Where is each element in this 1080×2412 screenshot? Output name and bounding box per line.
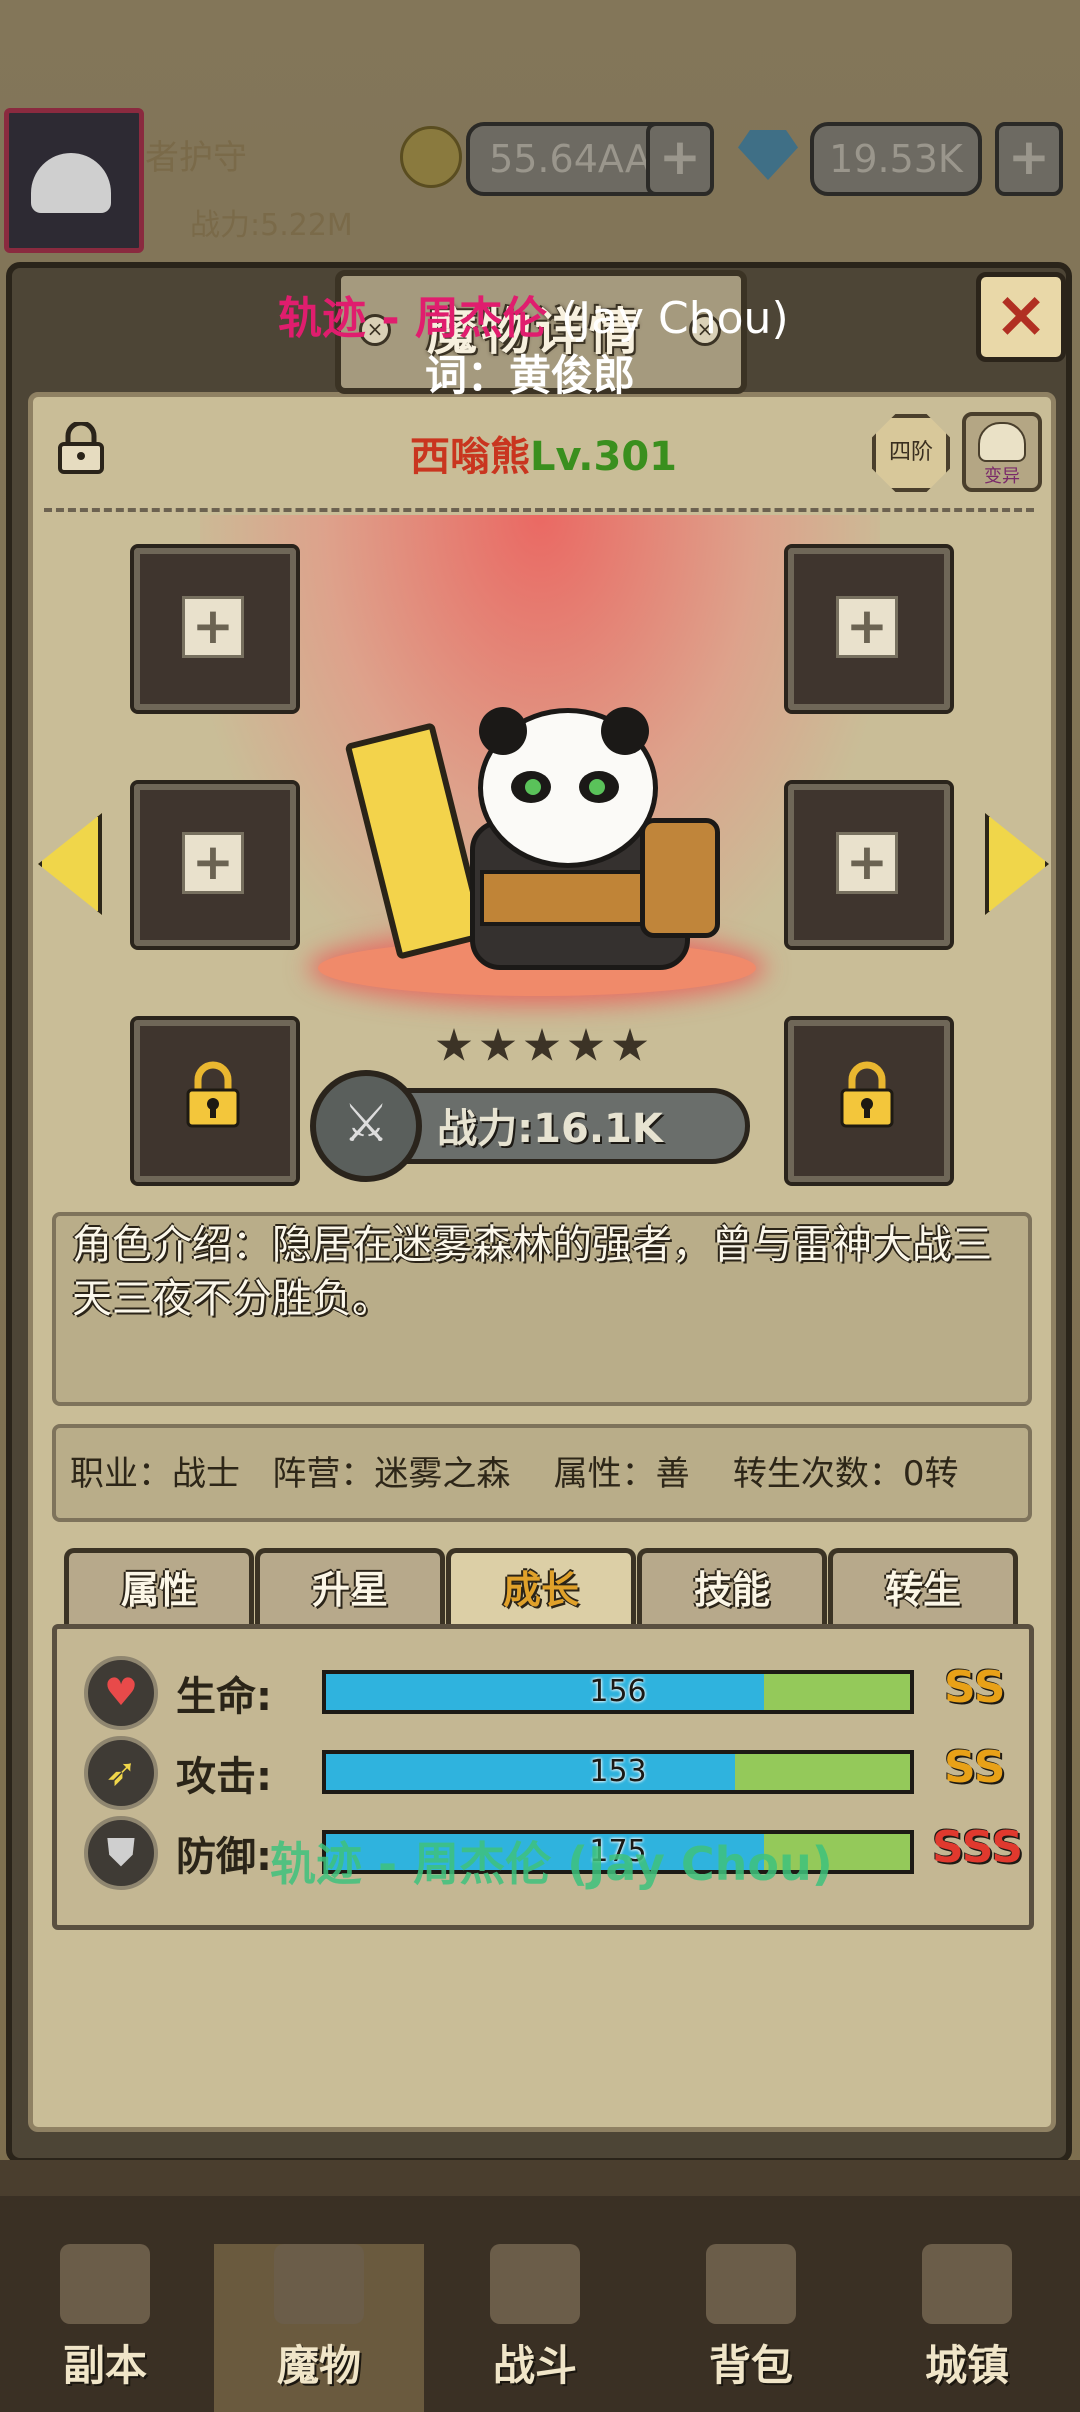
player-power: 战力:5.22M: [190, 208, 353, 243]
nav-town[interactable]: 城镇: [862, 2244, 1072, 2412]
add-gold-button[interactable]: +: [646, 122, 714, 196]
plus-icon: +: [182, 832, 244, 894]
panda-pupil: [589, 779, 605, 795]
monster-name-level: 西嗡熊Lv.301: [410, 424, 677, 482]
character-intro: 角色介绍：隐居在迷雾森林的强者，曾与雷神大战三天三夜不分胜负。: [72, 1222, 992, 1322]
lyric-song-title: 轨迹 - 周杰伦: [278, 293, 547, 344]
character-info: 职业：战士 阵营：迷雾之森 属性：善 转生次数：0转: [70, 1454, 959, 1494]
nav-dungeon[interactable]: 副本: [0, 2244, 210, 2412]
equip-slot-locked-2[interactable]: [784, 1016, 954, 1186]
panda-pupil: [525, 779, 541, 795]
nav-backpack[interactable]: 背包: [646, 2244, 856, 2412]
add-gem-button[interactable]: +: [995, 122, 1063, 196]
gold-amount: 55.64AA: [466, 122, 674, 196]
lyric-credit: 词：黄俊郎: [425, 351, 636, 400]
panda-eye: [511, 771, 551, 803]
skull-icon: [978, 422, 1026, 462]
tab-skills[interactable]: 技能: [637, 1548, 827, 1627]
equip-slot-2[interactable]: +: [784, 544, 954, 714]
crossed-swords-icon: ⚔: [310, 1070, 422, 1182]
close-button[interactable]: ×: [976, 272, 1066, 362]
stat-value-attack: 153: [589, 1754, 647, 1789]
lyric-overlay-top: 轨迹 - 周杰伦 (Jay Chou): [278, 282, 789, 346]
top-hud: 者护守 战力:5.22M 55.64AA + 19.53K +: [0, 108, 1080, 253]
crossed-swords-icon: [490, 2244, 580, 2324]
equip-slot-4[interactable]: +: [784, 780, 954, 950]
stat-label-hp: 生命:: [176, 1674, 272, 1720]
gold-coin-icon: [400, 126, 462, 188]
panda-ear: [601, 707, 649, 755]
helmet-icon: [274, 2244, 364, 2324]
panda-gauntlet: [640, 818, 720, 938]
nav-label: 副本: [62, 2341, 147, 2390]
equip-slot-locked-1[interactable]: [130, 1016, 300, 1186]
tab-attributes[interactable]: 属性: [64, 1548, 254, 1627]
mutate-label: 变异: [984, 466, 1020, 487]
equip-slot-1[interactable]: +: [130, 544, 300, 714]
nav-label: 城镇: [924, 2341, 1009, 2390]
stat-label-attack: 攻击:: [176, 1754, 272, 1800]
tab-growth[interactable]: 成长: [446, 1548, 636, 1627]
stat-grade-defense: SSS: [932, 1822, 1024, 1873]
stat-label-defense: 防御:: [176, 1834, 272, 1880]
sword-icon: ➶: [84, 1736, 158, 1810]
equip-slot-3[interactable]: +: [130, 780, 300, 950]
rank-badge[interactable]: 四阶: [872, 414, 950, 492]
player-name: 者护守: [145, 138, 247, 178]
padlock-icon: [840, 1061, 894, 1128]
stat-bar-hp: 156: [322, 1670, 914, 1714]
gem-icon: [738, 130, 798, 180]
panda-character: [478, 707, 658, 868]
nav-label: 魔物: [276, 2341, 361, 2390]
map-icon: [60, 2244, 150, 2324]
player-avatar[interactable]: [4, 108, 144, 253]
stat-grade-attack: SS: [944, 1742, 1006, 1793]
divider: [44, 508, 1034, 512]
avatar-image: [31, 153, 111, 213]
lyric-overlay-bottom: 轨迹 - 周杰伦 (Jay Chou): [270, 1837, 833, 1891]
town-icon: [922, 2244, 1012, 2324]
mutate-button[interactable]: 变异: [962, 412, 1042, 492]
stat-grade-hp: SS: [944, 1662, 1006, 1713]
nav-label: 战斗: [492, 2341, 577, 2390]
plus-icon: +: [836, 596, 898, 658]
plus-icon: +: [836, 832, 898, 894]
stat-bar-attack: 153: [322, 1750, 914, 1794]
panda-eye: [579, 771, 619, 803]
nav-monsters[interactable]: 魔物: [214, 2244, 424, 2412]
tab-rebirth[interactable]: 转生: [828, 1548, 1018, 1627]
nav-strip: [0, 2160, 1080, 2200]
tab-star-up[interactable]: 升星: [255, 1548, 445, 1627]
panda-ear: [479, 707, 527, 755]
lock-toggle-icon[interactable]: [56, 422, 106, 474]
nav-label: 背包: [708, 2341, 793, 2390]
gem-amount: 19.53K: [810, 122, 982, 196]
stat-value-hp: 156: [589, 1674, 647, 1709]
monster-name: 西嗡熊: [410, 434, 530, 480]
nav-battle[interactable]: 战斗: [430, 2244, 640, 2412]
backpack-icon: [706, 2244, 796, 2324]
monster-level: Lv.301: [530, 434, 677, 480]
lyric-artist: (Jay Chou): [546, 293, 789, 344]
plus-icon: +: [182, 596, 244, 658]
heart-icon: ♥: [84, 1656, 158, 1730]
shield-icon: ⛊: [84, 1816, 158, 1890]
padlock-icon: [186, 1061, 240, 1128]
